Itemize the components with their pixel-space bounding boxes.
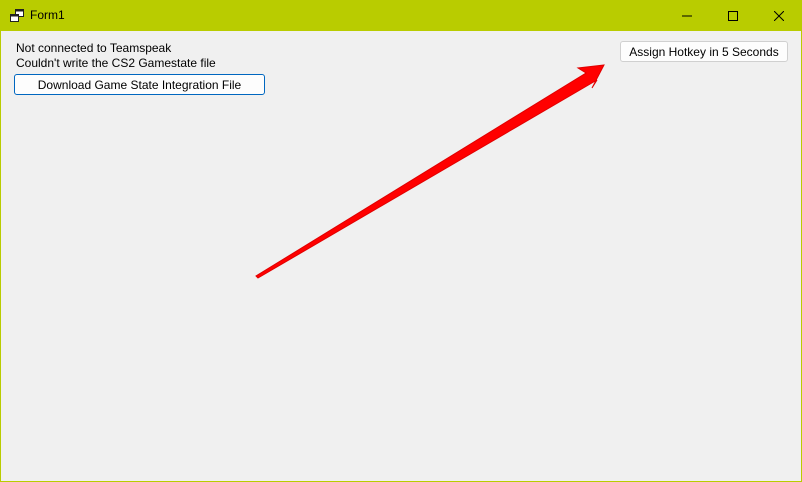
annotation-arrow xyxy=(255,64,605,279)
red-arrow-shape xyxy=(255,64,605,279)
app-window: Form1 Not connected to Teamspeak Couldn'… xyxy=(0,0,802,482)
